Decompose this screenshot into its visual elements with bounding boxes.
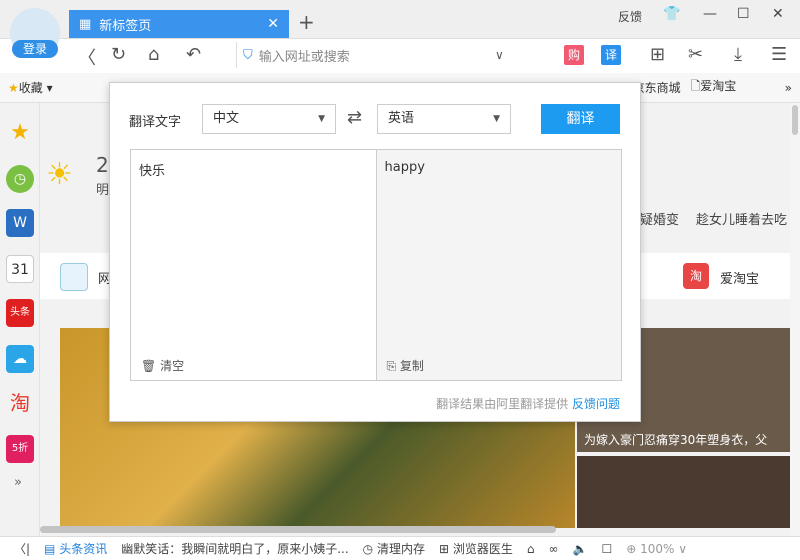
- bookmark-label: 收藏: [18, 81, 43, 95]
- minimize-button[interactable]: —: [703, 6, 717, 22]
- source-text: 快乐: [139, 164, 166, 179]
- bookmark-favorites[interactable]: ★收藏 ▾: [8, 79, 53, 96]
- sidebar: ★ ◷ W 31 头条 ☁ 淘 5折 »: [0, 103, 40, 536]
- shop-button[interactable]: 购: [564, 45, 584, 65]
- login-button[interactable]: 登录: [12, 40, 58, 58]
- clear-label: 清空: [160, 359, 185, 373]
- caret-down-icon: ▼: [493, 114, 500, 124]
- feedback-link[interactable]: 反馈问题: [572, 397, 620, 411]
- tab-new[interactable]: ▦ 新标签页 ✕: [69, 10, 289, 38]
- volume-icon[interactable]: 🔈: [573, 542, 588, 556]
- menu-icon[interactable]: ☰: [771, 44, 787, 65]
- clear-button[interactable]: 🗑 清空: [141, 357, 184, 374]
- expand-icon[interactable]: »: [14, 475, 22, 490]
- weather-sub: 明: [96, 183, 110, 198]
- back-icon[interactable]: 〈: [78, 44, 96, 70]
- calendar-icon[interactable]: 31: [6, 255, 34, 283]
- target-language-select[interactable]: 英语 ▼: [377, 104, 511, 134]
- weather-icon[interactable]: ☁: [6, 345, 34, 373]
- discount-icon[interactable]: 5折: [6, 435, 34, 463]
- home-icon[interactable]: ⌂: [148, 44, 159, 65]
- provider-text: 翻译结果由阿里翻译提供: [436, 397, 569, 411]
- zoom-control[interactable]: ⊕ 100% ∨: [626, 542, 687, 556]
- close-tab-icon[interactable]: ✕: [267, 16, 279, 32]
- vertical-scrollbar[interactable]: [790, 103, 800, 536]
- refresh-icon[interactable]: ↻: [111, 44, 126, 65]
- grid-icon: ▦: [79, 16, 92, 32]
- target-lang-value: 英语: [388, 111, 415, 126]
- skin-icon[interactable]: 👕: [663, 6, 680, 22]
- speed-icon[interactable]: ⌂: [527, 542, 535, 556]
- close-button[interactable]: ✕: [772, 6, 784, 22]
- favorites-icon[interactable]: ★: [6, 119, 34, 147]
- result-text: happy: [384, 160, 425, 175]
- address-placeholder: 输入网址或搜索: [258, 49, 350, 65]
- dropdown-icon[interactable]: ∨: [495, 48, 504, 62]
- news-label: 头条资讯: [59, 542, 108, 556]
- sun-icon: ☀: [46, 157, 73, 192]
- download-icon[interactable]: ⤓: [734, 44, 742, 65]
- translate-label: 翻译文字: [129, 115, 182, 130]
- scissors-icon[interactable]: ✂: [688, 44, 703, 65]
- bookmark-aitaobao[interactable]: 🗋爱淘宝: [691, 77, 737, 98]
- popup-footer: 翻译结果由阿里翻译提供 反馈问题: [436, 395, 620, 412]
- doctor-label: 浏览器医生: [452, 542, 513, 556]
- news-link[interactable]: 疑婚变: [640, 209, 679, 228]
- clean-label: 清理内存: [376, 542, 425, 556]
- undo-icon[interactable]: ↶: [186, 44, 201, 65]
- headline-link[interactable]: 幽默笑话：我瞬间就明白了，原来小姨子...: [121, 540, 348, 557]
- address-bar[interactable]: ⛉ 输入网址或搜索: [236, 42, 516, 68]
- source-language-select[interactable]: 中文 ▼: [202, 104, 336, 134]
- history-icon[interactable]: ◷: [6, 165, 34, 193]
- horizontal-scrollbar[interactable]: [40, 526, 790, 536]
- copy-button[interactable]: ⎘ 复制: [387, 357, 424, 374]
- status-bar: 〈| ▤ 头条资讯 幽默笑话：我瞬间就明白了，原来小姨子... ◷ 清理内存 ⊞…: [0, 536, 800, 560]
- translate-submit-button[interactable]: 翻译: [541, 104, 620, 134]
- result-text-area: happy ⎘ 复制: [375, 150, 621, 380]
- browser-doctor-button[interactable]: ⊞ 浏览器医生: [439, 540, 513, 557]
- shield-icon: ⛉: [243, 47, 253, 63]
- caret-down-icon: ▼: [318, 114, 325, 124]
- taobao-site-icon: 淘: [683, 263, 709, 289]
- news-link[interactable]: 趁女儿睡着去吃: [696, 209, 787, 228]
- star-icon: ★: [8, 81, 19, 95]
- translate-popup: 翻译文字 中文 ▼ ⇄ 英语 ▼ 翻译 快乐 🗑 清空 happy ⎘ 复制 翻译结果由…: [109, 82, 641, 422]
- bookmark-label: 爱淘宝: [700, 79, 737, 93]
- apps-icon[interactable]: ⊞: [650, 44, 665, 65]
- octopus-icon: [60, 263, 88, 291]
- mask-icon[interactable]: ∞: [549, 542, 559, 556]
- copy-label: 复制: [399, 359, 424, 373]
- new-tab-button[interactable]: +: [298, 10, 315, 34]
- word-icon[interactable]: W: [6, 209, 34, 237]
- fullscreen-icon[interactable]: ☐: [601, 542, 612, 556]
- tab-label: 新标签页: [99, 18, 152, 34]
- maximize-button[interactable]: ☐: [737, 6, 750, 22]
- translate-button[interactable]: 译: [601, 45, 621, 65]
- news-caption[interactable]: 为嫁入豪门忍痛穿30年塑身衣，父: [584, 431, 767, 448]
- toutiao-icon[interactable]: 头条: [6, 299, 34, 327]
- more-bookmarks-icon[interactable]: »: [785, 81, 800, 95]
- news-image-right-2[interactable]: [577, 456, 790, 528]
- source-lang-value: 中文: [213, 111, 240, 126]
- taobao-icon[interactable]: 淘: [6, 389, 34, 417]
- feedback-link[interactable]: 反馈: [618, 8, 642, 25]
- news-button[interactable]: ▤ 头条资讯: [44, 540, 107, 557]
- collapse-icon[interactable]: 〈|: [14, 540, 30, 557]
- zoom-level: 100%: [640, 541, 675, 556]
- clean-memory-button[interactable]: ◷ 清理内存: [363, 540, 425, 557]
- swap-icon[interactable]: ⇄: [347, 107, 362, 128]
- site-link[interactable]: 爱淘宝: [720, 268, 759, 287]
- source-text-area[interactable]: 快乐 🗑 清空: [131, 150, 376, 380]
